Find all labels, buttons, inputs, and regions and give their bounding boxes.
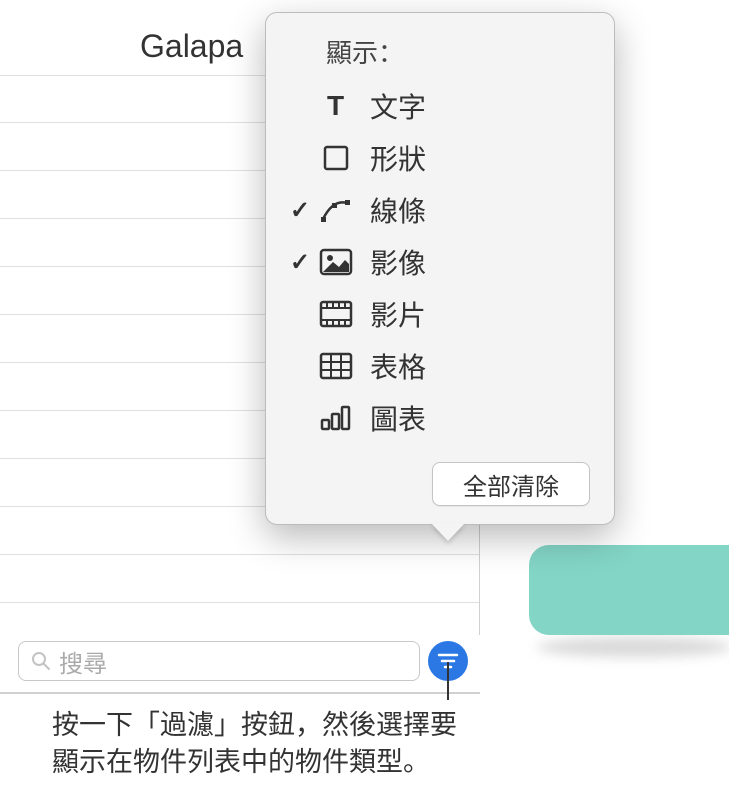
list-item[interactable] — [0, 555, 479, 603]
shape-icon — [316, 140, 356, 176]
checkmark-icon: ✓ — [290, 248, 310, 277]
search-input[interactable]: 搜尋 — [18, 641, 420, 681]
callout-line1: 按一下「過濾」按鈕，然後選擇要 — [52, 707, 457, 743]
filter-item-image[interactable]: ✓ 影像 — [266, 236, 614, 288]
table-icon — [316, 348, 356, 384]
text-icon: T — [316, 88, 356, 124]
filter-item-table[interactable]: 表格 — [266, 340, 614, 392]
page-title: Galapa — [140, 28, 243, 65]
search-placeholder: 搜尋 — [59, 644, 107, 679]
check-slot: ✓ — [284, 196, 316, 225]
filter-item-movie[interactable]: 影片 — [266, 288, 614, 340]
check-slot: ✓ — [284, 248, 316, 277]
filter-item-shape[interactable]: 形狀 — [266, 132, 614, 184]
filter-item-label: 影片 — [370, 294, 426, 334]
filter-item-label: 線條 — [370, 190, 426, 230]
search-icon — [31, 651, 51, 671]
filter-item-label: 圖表 — [370, 398, 426, 438]
canvas-shape — [529, 545, 729, 650]
callout-line2: 顯示在物件列表中的物件類型。 — [52, 744, 457, 780]
filter-item-label: 表格 — [370, 346, 426, 386]
filter-item-label: 形狀 — [370, 138, 426, 178]
popover-arrow — [431, 523, 465, 541]
filter-item-label: 影像 — [370, 242, 426, 282]
filter-item-text[interactable]: T 文字 — [266, 80, 614, 132]
svg-text:T: T — [327, 91, 344, 121]
image-icon — [316, 244, 356, 280]
chart-icon — [316, 400, 356, 436]
filter-item-line[interactable]: ✓ 線條 — [266, 184, 614, 236]
popover-header: 顯示： — [266, 27, 614, 80]
checkmark-icon: ✓ — [290, 196, 310, 225]
divider — [0, 692, 480, 694]
search-bar: 搜尋 — [18, 639, 468, 683]
movie-icon — [316, 296, 356, 332]
callout-line — [447, 662, 449, 700]
filter-popover: 顯示： T 文字 形狀 ✓ 線條 ✓ — [265, 12, 615, 525]
clear-all-button[interactable]: 全部清除 — [432, 462, 590, 506]
line-icon — [316, 192, 356, 228]
filter-item-chart[interactable]: 圖表 — [266, 392, 614, 444]
callout-text: 按一下「過濾」按鈕，然後選擇要 顯示在物件列表中的物件類型。 — [52, 707, 457, 780]
filter-item-label: 文字 — [370, 86, 426, 126]
